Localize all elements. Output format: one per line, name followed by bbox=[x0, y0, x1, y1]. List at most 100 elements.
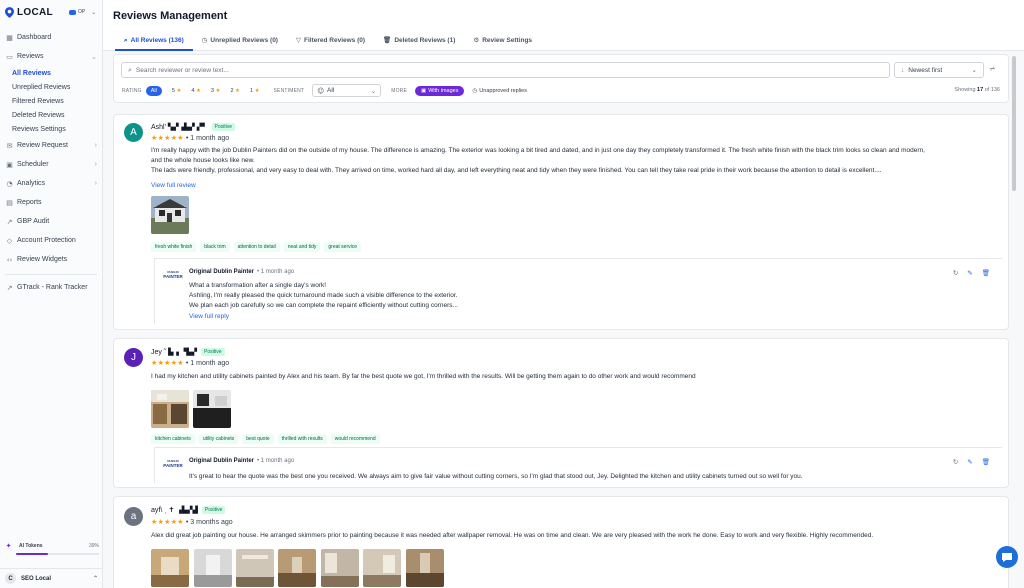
sidebar-divider bbox=[5, 274, 97, 275]
view-full-reply-link[interactable]: View full reply bbox=[189, 313, 229, 320]
unapproved-replies-toggle[interactable]: ◷ Unapproved replies bbox=[472, 88, 527, 94]
room-photo-icon bbox=[236, 549, 274, 587]
review-time: • 1 month ago bbox=[185, 360, 230, 367]
sidebar-item-account-protection[interactable]: ◇ Account Protection bbox=[0, 231, 102, 250]
review-photo[interactable] bbox=[193, 390, 231, 428]
dashboard-icon: ▦ bbox=[6, 33, 13, 42]
filter-row: RATING All 5 ★ 4 ★ 3 ★ 2 ★ 1 ★ SENTIMENT… bbox=[122, 84, 527, 97]
reply-line: We plan each job carefully so we can com… bbox=[189, 302, 458, 309]
rating-1-option[interactable]: 1 ★ bbox=[250, 88, 260, 94]
sentiment-select[interactable]: ☺ All ⌄ bbox=[312, 84, 382, 97]
sidebar-subitem-filtered[interactable]: Filtered Reviews bbox=[0, 94, 102, 108]
review-photo[interactable] bbox=[321, 549, 359, 587]
search-box[interactable]: ⌕ bbox=[121, 62, 890, 78]
sidebar-item-dashboard[interactable]: ▦ Dashboard bbox=[0, 28, 102, 47]
chevron-up-icon: ⌃ bbox=[92, 576, 98, 582]
sort-select[interactable]: ↓ Newest first ⌄ bbox=[894, 62, 984, 78]
delete-icon[interactable]: 🗑 bbox=[982, 269, 990, 277]
review-text: I'm really happy with the job Dublin Pai… bbox=[151, 146, 1001, 176]
reply-text: It's great to hear the quote was the bes… bbox=[189, 472, 989, 482]
workspace-switcher[interactable]: C SEO Local ⌃ bbox=[0, 568, 103, 588]
sentiment-badge: Positive bbox=[211, 123, 236, 131]
avatar: a bbox=[124, 507, 143, 526]
sidebar-item-label: Review Request bbox=[17, 142, 68, 149]
sidebar-subitem-all-reviews[interactable]: All Reviews bbox=[0, 66, 102, 80]
stars: ★★★★★ bbox=[151, 135, 184, 142]
reviewer-name-row: ayf\ ˌ ✝ ▗▙▞▟ Positive bbox=[151, 506, 226, 514]
sidebar-subitem-deleted[interactable]: Deleted Reviews bbox=[0, 108, 102, 122]
search-input[interactable] bbox=[135, 66, 836, 74]
shield-icon: ◇ bbox=[6, 236, 13, 245]
sidebar-item-gbp-audit[interactable]: ↗ GBP Audit bbox=[0, 212, 102, 231]
regenerate-icon[interactable]: ↻ bbox=[953, 458, 958, 466]
sidebar-item-scheduler[interactable]: ▣ Scheduler › bbox=[0, 155, 102, 174]
edit-icon[interactable]: ✎ bbox=[967, 458, 972, 466]
tab-label: Filtered Reviews (0) bbox=[303, 36, 366, 44]
rating-value: 3 bbox=[210, 87, 214, 94]
chat-support-button[interactable] bbox=[996, 546, 1018, 568]
review-tags: fresh white finish black trim attention … bbox=[151, 242, 362, 252]
reply-author: Original Dublin Painter bbox=[189, 269, 255, 275]
tag: thrilled with results bbox=[277, 434, 327, 444]
tab-filtered-reviews[interactable]: ▽ Filtered Reviews (0) bbox=[287, 31, 374, 51]
tag: black trim bbox=[200, 242, 230, 252]
review-photo[interactable] bbox=[236, 549, 274, 587]
business-logo: DUBLIN PAINTER bbox=[163, 269, 183, 279]
review-photo[interactable] bbox=[406, 549, 444, 587]
rating-stars: ★★★★★ • 1 month ago bbox=[151, 134, 229, 142]
sidebar-item-review-request[interactable]: ✉ Review Request › bbox=[0, 136, 102, 155]
reviewer-name: Ashl' ▚▞▗▙▞ ▞▘ bbox=[151, 124, 208, 131]
star-icon: ★ bbox=[254, 87, 260, 94]
sidebar-item-review-widgets[interactable]: ‹› Review Widgets bbox=[0, 250, 102, 269]
review-line: I had my kitchen and utility cabinets pa… bbox=[151, 373, 696, 380]
regenerate-icon[interactable]: ↻ bbox=[953, 269, 958, 277]
tag: utility cabinets bbox=[198, 434, 239, 444]
review-photo[interactable] bbox=[363, 549, 401, 587]
tab-deleted-reviews[interactable]: 🗑 Deleted Reviews (1) bbox=[374, 31, 464, 51]
tab-all-reviews[interactable]: ⌕ All Reviews (136) bbox=[115, 31, 193, 51]
review-photo[interactable] bbox=[151, 390, 189, 428]
review-time: • 1 month ago bbox=[185, 135, 230, 142]
sidebar-item-reviews[interactable]: ▭ Reviews ⌄ bbox=[0, 47, 102, 66]
main-content: Reviews Management ⌕ All Reviews (136) ◷… bbox=[103, 0, 1024, 588]
review-photo[interactable] bbox=[278, 549, 316, 587]
review-photo[interactable] bbox=[194, 549, 232, 587]
tab-review-settings[interactable]: ⚙ Review Settings bbox=[464, 31, 541, 51]
rating-4-option[interactable]: 4 ★ bbox=[191, 88, 201, 94]
sidebar-item-analytics[interactable]: ◔ Analytics › bbox=[0, 174, 102, 193]
review-photo[interactable] bbox=[151, 549, 189, 587]
trash-icon: 🗑 bbox=[383, 36, 392, 44]
room-photo-icon bbox=[406, 549, 444, 587]
sidebar-item-reports[interactable]: ▤ Reports bbox=[0, 193, 102, 212]
edit-icon[interactable]: ✎ bbox=[967, 269, 972, 277]
rating-stars: ★★★★★ • 1 month ago bbox=[151, 359, 229, 367]
review-photo[interactable] bbox=[151, 196, 189, 234]
rating-5-option[interactable]: 5 ★ bbox=[172, 88, 182, 94]
sidebar-item-gtrack[interactable]: ↗ GTrack - Rank Tracker bbox=[0, 278, 102, 297]
view-full-review-link[interactable]: View full review bbox=[151, 182, 196, 189]
review-card: J Jey ˜ ▙▗ ▝▙▞ Positive ★★★★★ • 1 month a… bbox=[113, 338, 1009, 488]
more-label: MORE bbox=[391, 87, 408, 94]
account-switcher[interactable]: OP ⌄ bbox=[68, 9, 96, 16]
chevron-right-icon: › bbox=[94, 161, 97, 168]
rating-all-chip[interactable]: All bbox=[145, 85, 162, 96]
sentiment-badge: Positive bbox=[200, 348, 225, 356]
delete-icon[interactable]: 🗑 bbox=[982, 458, 990, 466]
showing-prefix: Showing bbox=[954, 87, 976, 93]
rating-value: 4 bbox=[191, 87, 195, 94]
with-images-chip[interactable]: ▣ With images bbox=[415, 85, 465, 96]
house-photo-icon bbox=[151, 196, 189, 234]
logo-bottom-text: PAINTER bbox=[163, 273, 183, 279]
reviews-icon: ▭ bbox=[6, 52, 13, 61]
sidebar-subitem-settings[interactable]: Reviews Settings bbox=[0, 122, 102, 136]
filter-icon[interactable]: ⩫ bbox=[989, 64, 996, 73]
scrollbar-thumb[interactable] bbox=[1012, 56, 1016, 191]
owner-reply: DUBLIN PAINTER Original Dublin Painter • … bbox=[154, 258, 1002, 324]
rating-2-option[interactable]: 2 ★ bbox=[230, 88, 240, 94]
ai-tokens-label: AI Tokens bbox=[19, 543, 43, 549]
rating-3-option[interactable]: 3 ★ bbox=[211, 88, 221, 94]
tab-unreplied-reviews[interactable]: ◷ Unreplied Reviews (0) bbox=[193, 31, 287, 51]
ai-tokens-meter: ✦ AI Tokens 39% bbox=[4, 542, 99, 562]
sidebar-subitem-unreplied[interactable]: Unreplied Reviews bbox=[0, 80, 102, 94]
sidebar-item-label: Review Widgets bbox=[17, 256, 68, 263]
